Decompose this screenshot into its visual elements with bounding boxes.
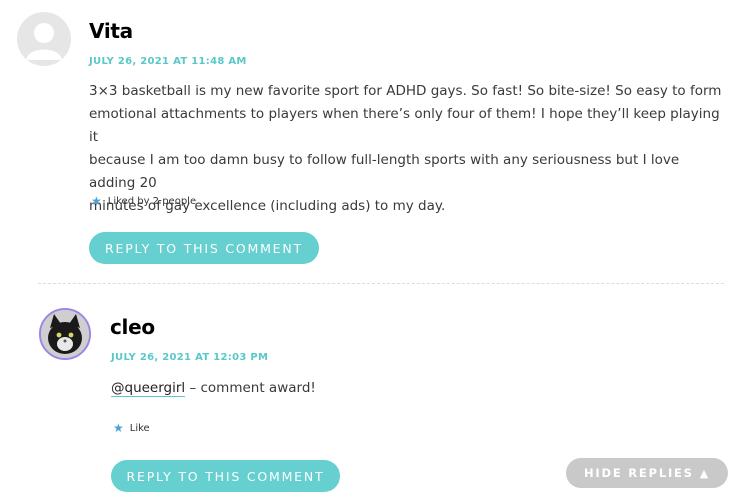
hide-replies-button[interactable]: HIDE REPLIES ▲	[566, 458, 728, 488]
comment-date[interactable]: JULY 26, 2021 AT 11:48 AM	[89, 56, 247, 67]
default-avatar-icon	[26, 23, 62, 60]
comment-author[interactable]: cleo	[110, 315, 155, 339]
avatar-vita[interactable]	[17, 12, 71, 66]
comment-text-line: emotional attachments to players when th…	[89, 106, 720, 145]
mention-link[interactable]: @queergirl	[111, 380, 186, 397]
comment-text-rest: – comment award!	[185, 380, 316, 396]
hide-replies-label: HIDE REPLIES	[583, 466, 694, 480]
star-icon: ★	[113, 421, 124, 435]
comment-text: @queergirl – comment award!	[111, 377, 671, 400]
triangle-up-icon: ▲	[699, 466, 711, 480]
star-icon: ★	[91, 194, 102, 208]
cat-avatar-image	[41, 310, 89, 358]
reply-button[interactable]: REPLY TO THIS COMMENT	[89, 232, 319, 264]
comment-date[interactable]: JULY 26, 2021 AT 12:03 PM	[111, 352, 268, 363]
comment-text-line: because I am too damn busy to follow ful…	[89, 152, 680, 191]
like-label[interactable]: Like	[130, 423, 150, 434]
reply-button[interactable]: REPLY TO THIS COMMENT	[111, 460, 340, 492]
comment-text-line: 3×3 basketball is my new favorite sport …	[89, 83, 722, 99]
likes-label[interactable]: Liked by 2 people	[108, 196, 196, 207]
avatar-cleo[interactable]	[39, 308, 91, 360]
like-button[interactable]: ★ Like	[113, 422, 150, 434]
likes-info: ★ Liked by 2 people	[91, 195, 196, 207]
comment-author[interactable]: Vita	[89, 19, 133, 43]
divider	[38, 283, 724, 284]
